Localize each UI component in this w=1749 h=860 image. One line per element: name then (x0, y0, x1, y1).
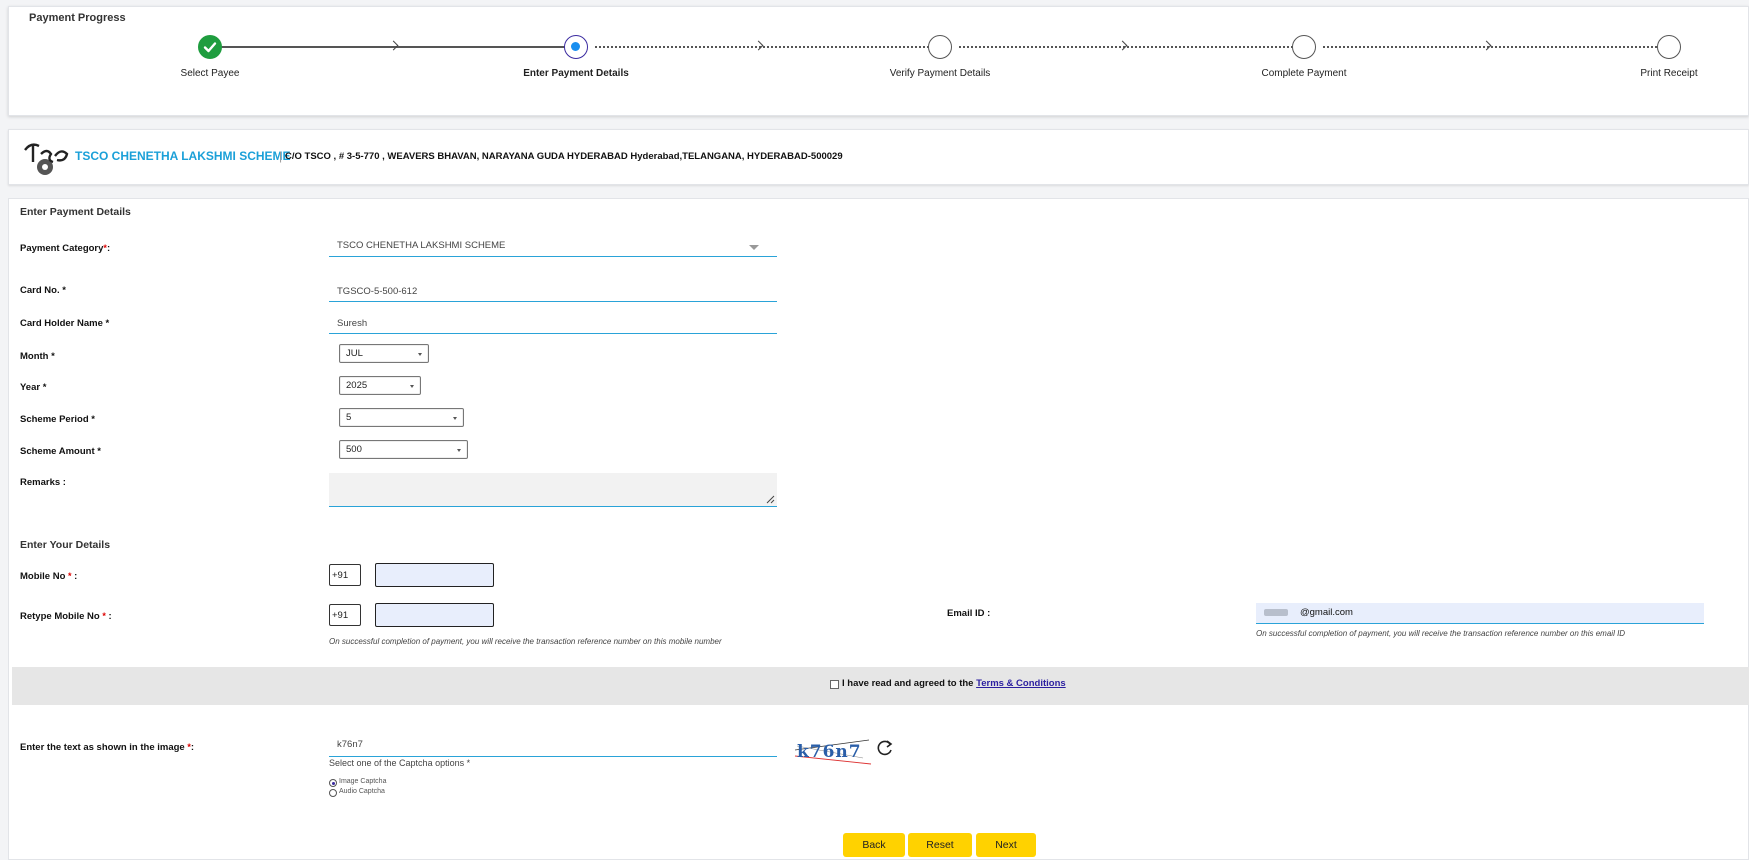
image-captcha-radio[interactable] (329, 779, 337, 787)
mobile-label: Mobile No * : (20, 571, 78, 582)
select-caret-icon (457, 449, 461, 452)
year-select[interactable]: 2025 (339, 376, 421, 395)
step-select-payee-check-icon (198, 35, 222, 59)
terms-text: I have read and agreed to the Terms & Co… (842, 678, 1066, 689)
step-enter-details-indicator (564, 35, 588, 59)
audio-captcha-label: Audio Captcha (339, 788, 385, 795)
progress-line-pending (959, 46, 1297, 48)
scheme-amount-value: 500 (346, 444, 362, 455)
audio-captcha-radio[interactable] (329, 789, 337, 797)
step-complete-indicator (1292, 35, 1316, 59)
card-holder-label: Card Holder Name * (20, 318, 110, 329)
chevron-right-icon (1117, 40, 1128, 51)
captcha-options-label: Select one of the Captcha options * (329, 758, 471, 768)
card-no-label: Card No. * (20, 285, 66, 296)
payee-name: TSCO CHENETHA LAKSHMI SCHEME (75, 149, 291, 163)
card-holder-input[interactable]: Suresh (329, 312, 777, 334)
masked-email-prefix (1264, 608, 1288, 616)
payment-progress-card: Payment Progress Select Payee Enter Paym… (8, 6, 1749, 116)
payee-separator: | (279, 149, 283, 163)
year-value: 2025 (346, 380, 368, 391)
email-value: @gmail.com (1300, 607, 1353, 618)
progress-line-pending (595, 46, 933, 48)
card-holder-value: Suresh (337, 318, 368, 329)
retype-mobile-label: Retype Mobile No * : (20, 611, 112, 622)
chevron-right-icon (1481, 40, 1492, 51)
image-captcha-label: Image Captcha (339, 778, 387, 785)
dropdown-caret-icon (749, 245, 759, 250)
captcha-input[interactable]: k76n7 (329, 734, 777, 757)
payment-form-card (8, 198, 1749, 860)
captcha-label: Enter the text as shown in the image *: (20, 742, 195, 753)
remarks-textarea[interactable] (329, 473, 777, 507)
progress-title: Payment Progress (29, 12, 126, 24)
select-caret-icon (453, 417, 457, 420)
step-verify-indicator (928, 35, 952, 59)
section-title-payment-details: Enter Payment Details (20, 206, 131, 218)
email-input[interactable]: @gmail.com (1256, 603, 1704, 624)
month-select[interactable]: JUL (339, 344, 429, 363)
payment-category-dropdown[interactable]: TSCO CHENETHA LAKSHMI SCHEME (329, 234, 777, 257)
next-button[interactable]: Next (976, 833, 1036, 857)
tsco-logo-icon (24, 143, 69, 175)
step-label-complete: Complete Payment (1261, 68, 1347, 79)
scheme-period-select[interactable]: 5 (339, 408, 464, 427)
progress-line-done (211, 46, 585, 48)
captcha-image-text: k76n7 (797, 742, 862, 762)
retype-mobile-input[interactable] (375, 603, 494, 627)
mobile-input[interactable] (375, 563, 494, 587)
terms-checkbox[interactable] (830, 680, 839, 689)
chevron-right-icon (388, 40, 399, 51)
payee-address: C/O TSCO , # 3-5-770 , WEAVERS BHAVAN, N… (285, 151, 843, 162)
scheme-period-label: Scheme Period * (20, 414, 95, 425)
resize-grip-icon[interactable] (766, 495, 775, 504)
step-label-print: Print Receipt (1640, 68, 1698, 79)
step-label-select-payee: Select Payee (180, 68, 240, 79)
month-value: JUL (346, 348, 363, 359)
refresh-captcha-icon[interactable] (875, 738, 895, 758)
country-code-prefix: +91 (329, 564, 361, 586)
progress-line-pending (1323, 46, 1661, 48)
terms-link[interactable]: Terms & Conditions (976, 678, 1066, 689)
payee-info-card: TSCO CHENETHA LAKSHMI SCHEME | C/O TSCO … (8, 129, 1749, 185)
email-hint: On successful completion of payment, you… (1256, 629, 1626, 638)
card-no-value: TGSCO-5-500-612 (337, 286, 418, 297)
step-label-verify: Verify Payment Details (889, 68, 991, 79)
select-caret-icon (418, 353, 422, 356)
step-print-indicator (1657, 35, 1681, 59)
card-no-input[interactable]: TGSCO-5-500-612 (329, 280, 777, 302)
section-title-your-details: Enter Your Details (20, 539, 111, 551)
step-label-enter-details: Enter Payment Details (523, 68, 629, 79)
mobile-hint: On successful completion of payment, you… (329, 637, 722, 646)
payment-category-value: TSCO CHENETHA LAKSHMI SCHEME (337, 240, 506, 251)
scheme-amount-select[interactable]: 500 (339, 440, 468, 459)
scheme-amount-label: Scheme Amount * (20, 446, 101, 457)
remarks-label: Remarks : (20, 477, 66, 488)
check-icon (203, 42, 217, 53)
captcha-input-value: k76n7 (337, 739, 363, 750)
scheme-period-value: 5 (346, 412, 352, 423)
month-label: Month * (20, 351, 55, 362)
payment-category-label: Payment Category*: (20, 243, 111, 254)
country-code-prefix: +91 (329, 604, 361, 626)
captcha-image: k76n7 (793, 738, 873, 766)
year-label: Year * (20, 382, 47, 393)
email-label: Email ID : (947, 608, 991, 619)
reset-button[interactable]: Reset (908, 833, 972, 857)
chevron-right-icon (753, 40, 764, 51)
select-caret-icon (410, 385, 414, 388)
back-button[interactable]: Back (843, 833, 905, 857)
